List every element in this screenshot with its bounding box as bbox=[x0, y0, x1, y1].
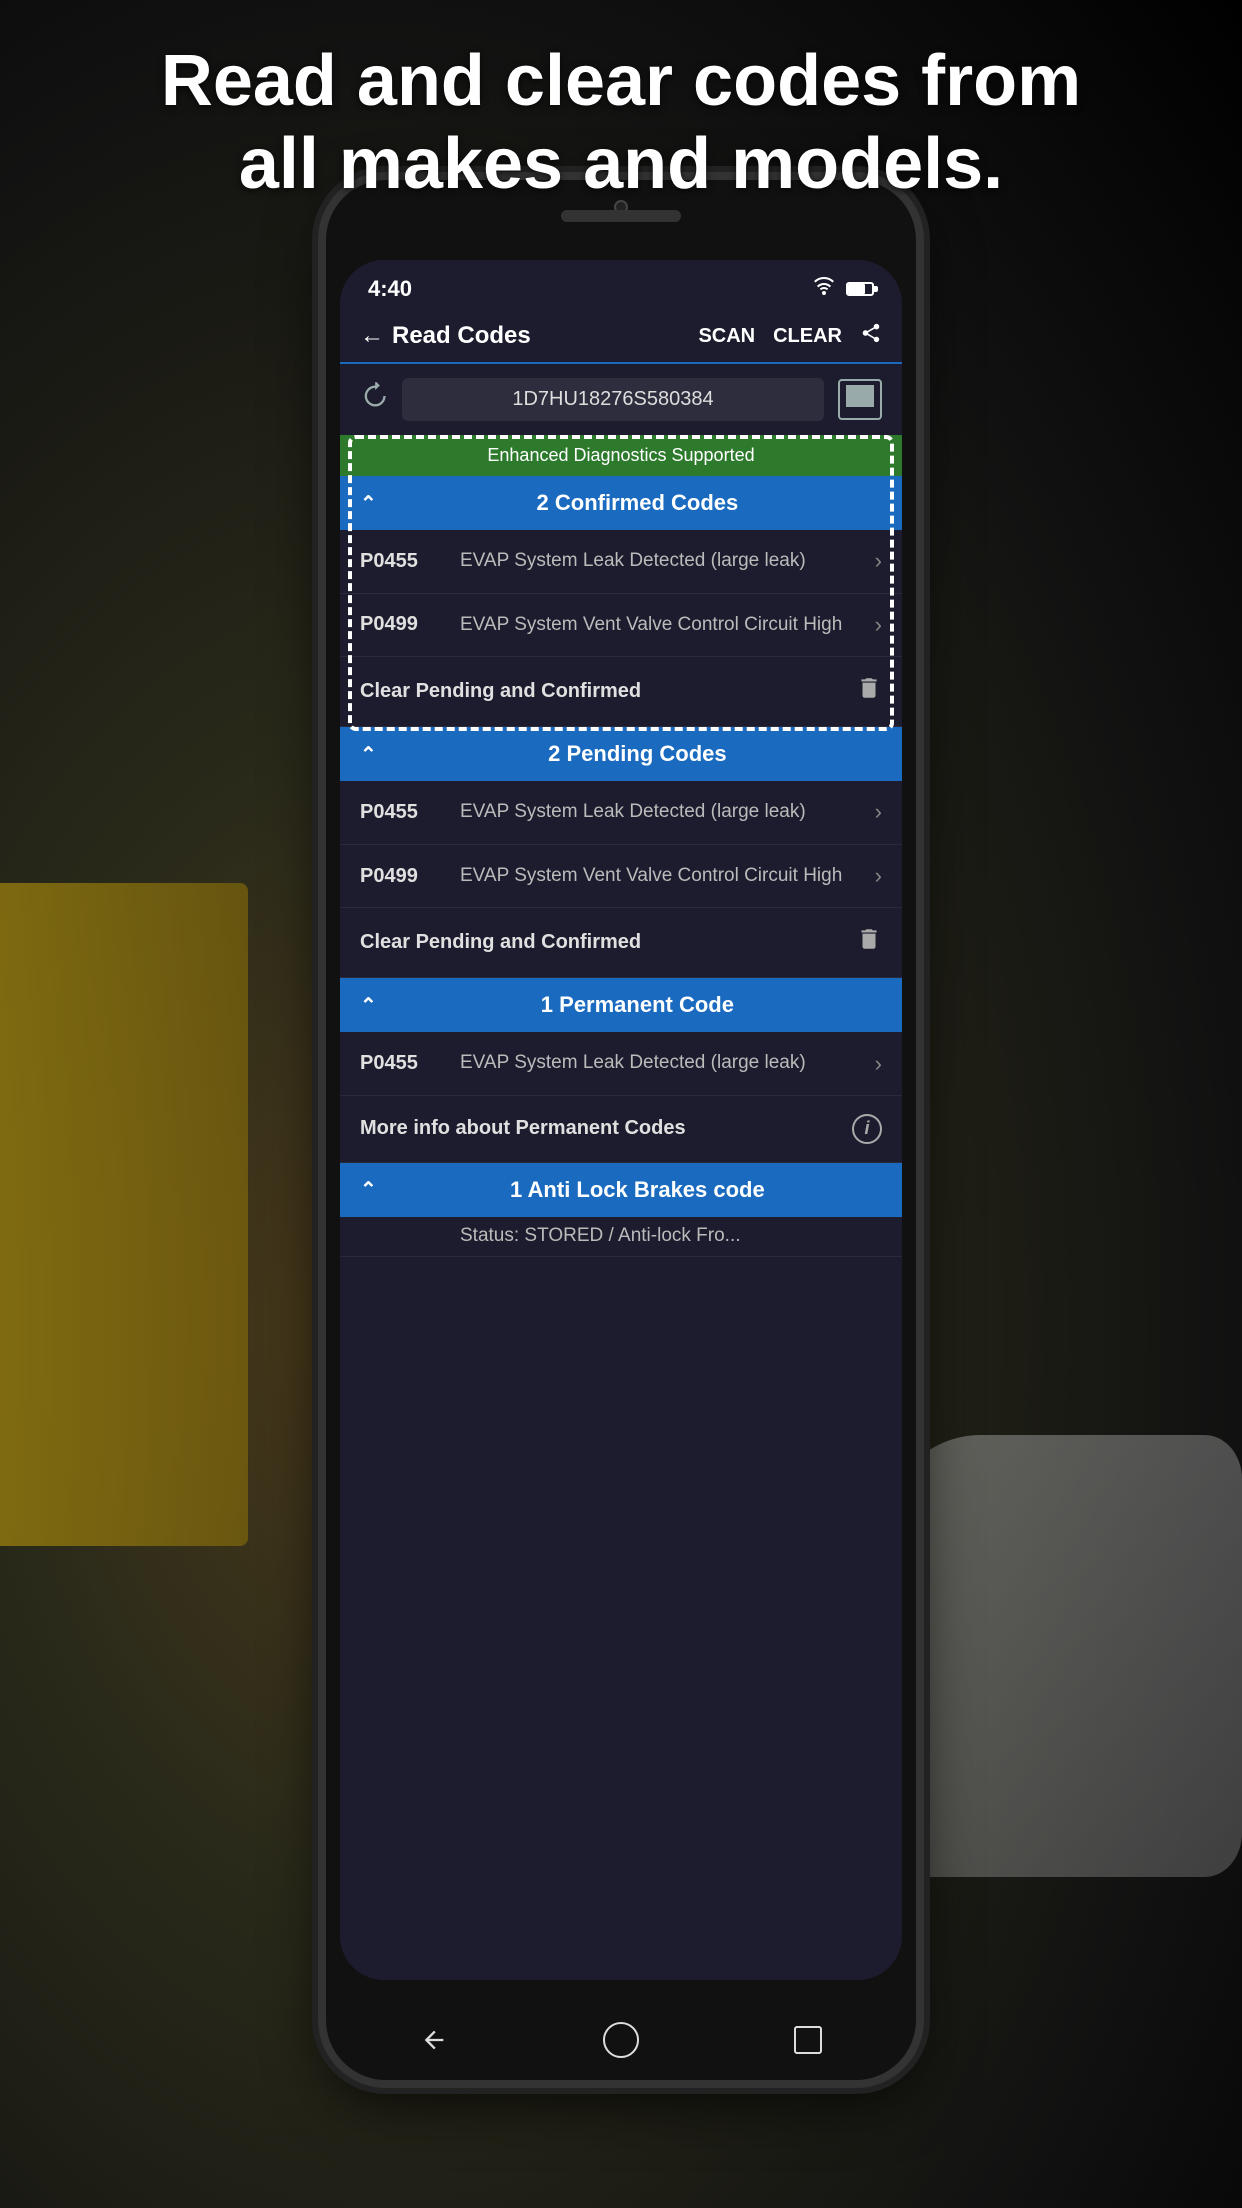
antilock-partial-row[interactable]: Status: STORED / Anti-lock Fro... bbox=[340, 1217, 902, 1257]
antilock-section: ⌃ 1 Anti Lock Brakes code Status: STORED… bbox=[340, 1163, 902, 1257]
confirmed-clear-row[interactable]: Clear Pending and Confirmed bbox=[340, 657, 902, 727]
confirmed-chevron-icon: ⌃ bbox=[360, 491, 377, 516]
permanent-code-section: ⌃ 1 Permanent Code P0455 EVAP System Lea… bbox=[340, 978, 902, 1163]
confirmed-codes-header[interactable]: ⌃ 2 Confirmed Codes bbox=[340, 476, 902, 530]
back-arrow-icon: ← bbox=[360, 322, 384, 350]
permanent-code-row-1[interactable]: P0455 EVAP System Leak Detected (large l… bbox=[340, 1032, 902, 1096]
phone-notch bbox=[561, 210, 681, 222]
pending-chevron-icon: ⌃ bbox=[360, 742, 377, 767]
pending-code-1-arrow: › bbox=[875, 799, 882, 825]
nav-home-circle bbox=[603, 2022, 639, 2058]
pending-trash-icon[interactable] bbox=[856, 926, 882, 959]
barcode-icon[interactable] bbox=[838, 379, 882, 420]
bg-car bbox=[869, 1435, 1242, 1877]
info-icon[interactable]: i bbox=[852, 1114, 882, 1144]
permanent-info-row[interactable]: More info about Permanent Codes i bbox=[340, 1096, 902, 1163]
top-bar: ← Read Codes SCAN CLEAR bbox=[340, 310, 902, 364]
pending-code-row-2[interactable]: P0499 EVAP System Vent Valve Control Cir… bbox=[340, 845, 902, 909]
status-icons bbox=[812, 277, 874, 301]
vin-input[interactable]: 1D7HU18276S580384 bbox=[402, 378, 824, 421]
confirmed-codes-section: Enhanced Diagnostics Supported ⌃ 2 Confi… bbox=[340, 435, 902, 727]
pending-codes-section: ⌃ 2 Pending Codes P0455 EVAP System Leak… bbox=[340, 727, 902, 978]
confirmed-code-1-label: P0455 bbox=[360, 550, 460, 573]
bg-shelf bbox=[0, 883, 248, 1545]
permanent-chevron-icon: ⌃ bbox=[360, 993, 377, 1018]
confirmed-code-row-2[interactable]: P0499 EVAP System Vent Valve Control Cir… bbox=[340, 594, 902, 658]
antilock-title: 1 Anti Lock Brakes code bbox=[393, 1177, 882, 1203]
nav-back-button[interactable] bbox=[409, 2015, 459, 2065]
phone-screen: 4:40 ← Read Codes SCAN CLEAR bbox=[340, 260, 902, 1980]
permanent-code-title: 1 Permanent Code bbox=[393, 992, 882, 1018]
top-bar-actions: SCAN CLEAR bbox=[621, 322, 882, 350]
pending-code-2-label: P0499 bbox=[360, 865, 460, 888]
confirmed-trash-icon[interactable] bbox=[856, 675, 882, 708]
share-icon[interactable] bbox=[860, 322, 882, 350]
headline-text: Read and clear codes from all makes and … bbox=[60, 40, 1182, 206]
pending-code-2-arrow: › bbox=[875, 863, 882, 889]
pending-codes-header[interactable]: ⌃ 2 Pending Codes bbox=[340, 727, 902, 781]
nav-recent-square bbox=[794, 2026, 822, 2054]
enhanced-diagnostics-banner: Enhanced Diagnostics Supported bbox=[340, 435, 902, 476]
pending-clear-row[interactable]: Clear Pending and Confirmed bbox=[340, 908, 902, 978]
pending-code-1-desc: EVAP System Leak Detected (large leak) bbox=[460, 799, 865, 826]
nav-home-button[interactable] bbox=[596, 2015, 646, 2065]
battery-icon bbox=[846, 282, 874, 296]
history-icon[interactable] bbox=[360, 382, 388, 417]
permanent-code-1-desc: EVAP System Leak Detected (large leak) bbox=[460, 1050, 865, 1077]
confirmed-codes-title: 2 Confirmed Codes bbox=[393, 490, 882, 516]
bottom-nav bbox=[340, 2000, 902, 2080]
antilock-status-desc: Status: STORED / Anti-lock Fro... bbox=[460, 1223, 882, 1250]
antilock-chevron-icon: ⌃ bbox=[360, 1177, 377, 1202]
antilock-header[interactable]: ⌃ 1 Anti Lock Brakes code bbox=[340, 1163, 902, 1217]
nav-recent-button[interactable] bbox=[783, 2015, 833, 2065]
phone-frame: 4:40 ← Read Codes SCAN CLEAR bbox=[326, 180, 916, 2080]
confirmed-code-2-desc: EVAP System Vent Valve Control Circuit H… bbox=[460, 612, 865, 639]
confirmed-code-2-arrow: › bbox=[875, 612, 882, 638]
vin-bar: 1D7HU18276S580384 bbox=[340, 364, 902, 435]
permanent-code-1-arrow: › bbox=[875, 1051, 882, 1077]
enhanced-diagnostics-text: Enhanced Diagnostics Supported bbox=[487, 445, 754, 465]
pending-codes-title: 2 Pending Codes bbox=[393, 741, 882, 767]
back-button[interactable]: ← Read Codes bbox=[360, 322, 621, 350]
pending-clear-label: Clear Pending and Confirmed bbox=[360, 931, 641, 954]
status-time: 4:40 bbox=[368, 276, 412, 302]
headline: Read and clear codes from all makes and … bbox=[0, 40, 1242, 206]
pending-code-1-label: P0455 bbox=[360, 801, 460, 824]
permanent-info-label: More info about Permanent Codes bbox=[360, 1117, 686, 1140]
pending-code-2-desc: EVAP System Vent Valve Control Circuit H… bbox=[460, 863, 865, 890]
wifi-icon bbox=[812, 277, 836, 301]
status-bar: 4:40 bbox=[340, 260, 902, 310]
confirmed-clear-label: Clear Pending and Confirmed bbox=[360, 680, 641, 703]
permanent-code-1-label: P0455 bbox=[360, 1052, 460, 1075]
confirmed-code-row-1[interactable]: P0455 EVAP System Leak Detected (large l… bbox=[340, 530, 902, 594]
top-bar-title: Read Codes bbox=[392, 322, 531, 350]
permanent-code-header[interactable]: ⌃ 1 Permanent Code bbox=[340, 978, 902, 1032]
clear-button[interactable]: CLEAR bbox=[773, 325, 842, 348]
scan-button[interactable]: SCAN bbox=[698, 325, 755, 348]
confirmed-code-1-arrow: › bbox=[875, 548, 882, 574]
confirmed-code-2-label: P0499 bbox=[360, 613, 460, 636]
pending-code-row-1[interactable]: P0455 EVAP System Leak Detected (large l… bbox=[340, 781, 902, 845]
scroll-content[interactable]: Enhanced Diagnostics Supported ⌃ 2 Confi… bbox=[340, 435, 902, 1975]
confirmed-code-1-desc: EVAP System Leak Detected (large leak) bbox=[460, 548, 865, 575]
